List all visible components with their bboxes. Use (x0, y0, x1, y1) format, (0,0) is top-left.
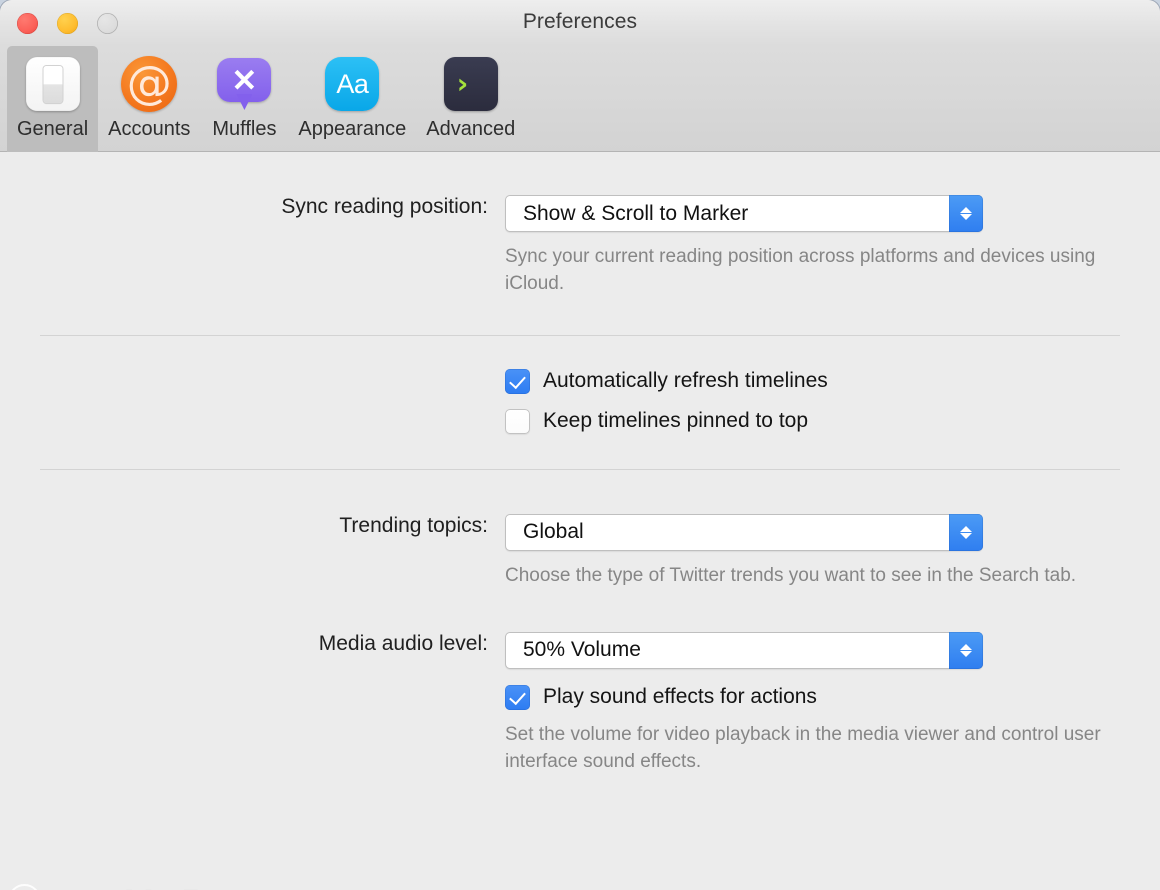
media-audio-level-stepper[interactable] (949, 631, 983, 669)
media-audio-level-row: Media audio level: 50% Volume Play sound… (0, 631, 1160, 776)
media-audio-level-label: Media audio level: (318, 631, 488, 655)
chevron-down-icon (960, 650, 972, 657)
trending-topics-stepper[interactable] (949, 513, 983, 551)
preferences-window: Preferences General @ Accounts ✕ Muffles… (0, 0, 1160, 890)
watermark-text: www.MacZ.com (50, 882, 264, 890)
tab-appearance[interactable]: Aa Appearance (288, 46, 416, 152)
divider-2 (40, 468, 1120, 470)
sync-reading-position-value: Show & Scroll to Marker (523, 201, 749, 225)
checkbox-sound-effects-box[interactable] (505, 684, 530, 710)
media-audio-level-value: 50% Volume (523, 638, 641, 662)
trending-topics-label: Trending topics: (339, 513, 488, 537)
sync-reading-position-select[interactable]: Show & Scroll to Marker (505, 195, 983, 232)
x-glyph: ✕ (231, 62, 258, 98)
tab-advanced-label: Advanced (426, 118, 516, 140)
tab-advanced[interactable]: › Advanced (416, 46, 525, 152)
chevron-up-icon (960, 643, 972, 650)
aa-text-icon: Aa (320, 52, 384, 116)
checkbox-pin-top-box[interactable] (505, 408, 530, 434)
watermark: M www.MacZ.com (8, 882, 264, 890)
tab-muffles[interactable]: ✕ Muffles (200, 46, 288, 152)
speech-bubble-x-icon: ✕ (212, 52, 276, 116)
sync-reading-position-help: Sync your current reading position acros… (505, 246, 1096, 294)
media-audio-level-help: Set the volume for video playback in the… (505, 723, 1101, 772)
sync-reading-position-stepper[interactable] (949, 195, 983, 232)
aa-glyph: Aa (325, 57, 380, 111)
media-audio-level-select[interactable]: 50% Volume (505, 631, 983, 669)
trending-topics-value: Global (523, 520, 584, 544)
preferences-toolbar: General @ Accounts ✕ Muffles Aa Appearan… (0, 46, 1160, 152)
light-switch-icon (21, 52, 85, 116)
trending-topics-help: Choose the type of Twitter trends you wa… (505, 564, 1077, 586)
tab-muffles-label: Muffles (212, 118, 277, 140)
at-sign-glyph: @ (121, 56, 178, 112)
tab-general[interactable]: General (7, 46, 99, 152)
general-pane: Sync reading position: Show & Scroll to … (0, 195, 1160, 890)
trending-topics-row: Trending topics: Global Choose the type … (0, 513, 1160, 590)
watermark-logo: M (8, 883, 41, 890)
checkbox-sound-effects-label: Play sound effects for actions (543, 685, 817, 709)
checkbox-auto-refresh[interactable]: Automatically refresh timelines (505, 368, 1120, 394)
terminal-chevron-icon: › (439, 52, 503, 116)
sync-reading-position-label: Sync reading position: (281, 195, 488, 218)
chevron-down-icon (960, 532, 972, 539)
checkbox-auto-refresh-label: Automatically refresh timelines (543, 369, 828, 393)
title-bar: Preferences (0, 0, 1160, 46)
tab-appearance-label: Appearance (298, 118, 407, 140)
chevron-down-icon (960, 214, 972, 220)
checkbox-sound-effects[interactable]: Play sound effects for actions (505, 684, 1120, 710)
trending-topics-select[interactable]: Global (505, 513, 983, 551)
chevron-right-glyph: › (456, 67, 469, 100)
divider-1 (40, 334, 1120, 336)
sync-reading-position-row: Sync reading position: Show & Scroll to … (0, 195, 1160, 298)
checkbox-pin-top-label: Keep timelines pinned to top (543, 409, 809, 433)
tab-accounts-label: Accounts (108, 118, 191, 140)
tab-general-label: General (17, 118, 89, 140)
at-sign-icon: @ (117, 52, 181, 116)
chevron-up-icon (960, 525, 972, 532)
window-title: Preferences (522, 10, 638, 33)
checkbox-pin-top[interactable]: Keep timelines pinned to top (505, 408, 1120, 434)
chevron-up-icon (960, 207, 972, 213)
tab-accounts[interactable]: @ Accounts (98, 46, 200, 152)
timeline-options-row: Automatically refresh timelines Keep tim… (0, 368, 1160, 434)
checkbox-auto-refresh-box[interactable] (505, 368, 530, 394)
